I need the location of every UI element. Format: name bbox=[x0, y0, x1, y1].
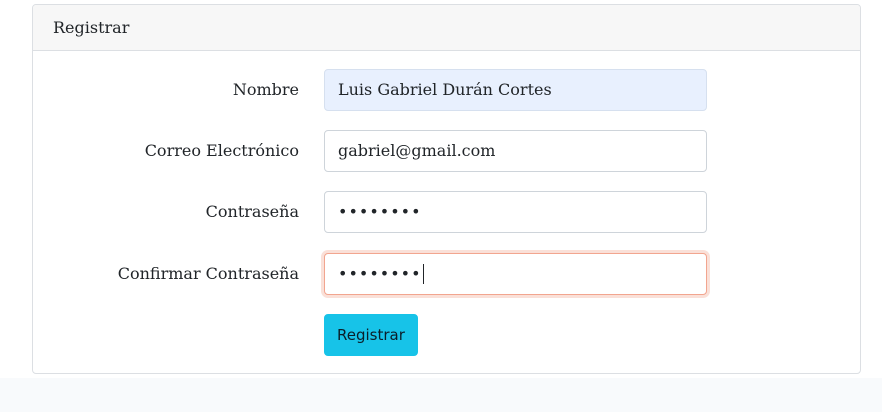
registrar-button[interactable]: Registrar bbox=[324, 314, 418, 356]
card-header: Registrar bbox=[33, 5, 860, 51]
contrasena-masked-value: •••••••• bbox=[338, 202, 422, 221]
form-row-confirmar: Confirmar Contraseña •••••••• bbox=[33, 253, 860, 295]
correo-label: Correo Electrónico bbox=[144, 141, 299, 160]
correo-input[interactable]: gabriel@gmail.com bbox=[324, 130, 707, 172]
contrasena-label: Contraseña bbox=[205, 202, 299, 221]
text-caret bbox=[422, 263, 424, 284]
form-row-correo: Correo Electrónico gabriel@gmail.com bbox=[33, 130, 860, 172]
contrasena-input[interactable]: •••••••• bbox=[324, 191, 707, 233]
confirmar-input[interactable]: •••••••• bbox=[324, 253, 707, 295]
form-row-nombre: Nombre Luis Gabriel Durán Cortes bbox=[33, 69, 860, 111]
form-row-contrasena: Contraseña •••••••• bbox=[33, 191, 860, 233]
nombre-input[interactable]: Luis Gabriel Durán Cortes bbox=[324, 69, 707, 111]
register-card: Registrar Nombre Luis Gabriel Durán Cort… bbox=[32, 4, 861, 374]
confirmar-label: Confirmar Contraseña bbox=[117, 264, 299, 283]
nombre-label: Nombre bbox=[232, 80, 299, 99]
page: Registrar Nombre Luis Gabriel Durán Cort… bbox=[0, 0, 882, 412]
confirmar-masked-value: •••••••• bbox=[338, 264, 422, 283]
